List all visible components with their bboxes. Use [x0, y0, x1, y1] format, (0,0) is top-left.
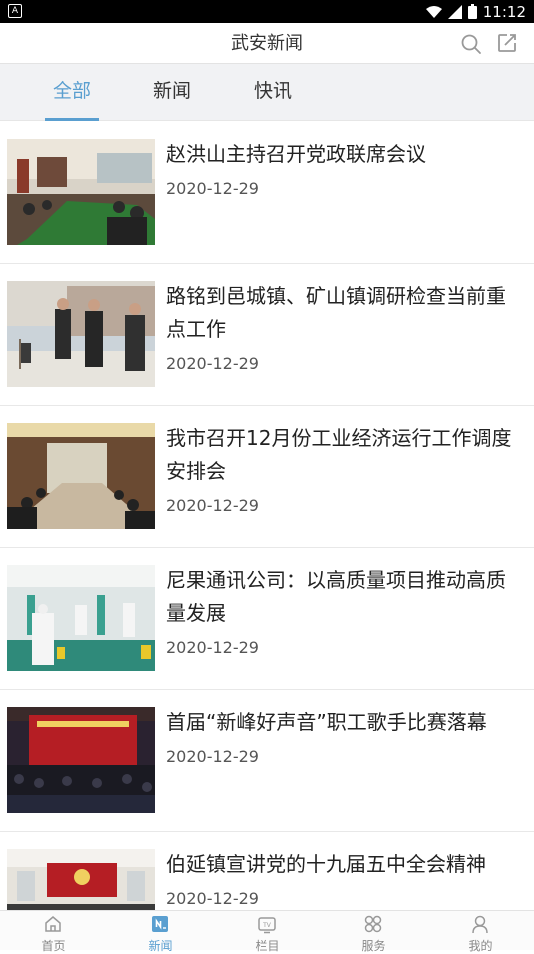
- news-title: 路铭到邑城镇、矿山镇调研检查当前重点工作: [166, 284, 506, 341]
- news-title: 我市召开12月份工业经济运行工作调度安排会: [166, 426, 512, 483]
- tab-label: 全部: [53, 80, 92, 102]
- news-item[interactable]: 我市召开12月份工业经济运行工作调度安排会 2020-12-29: [0, 406, 534, 548]
- news-item[interactable]: 赵洪山主持召开党政联席会议 2020-12-29: [0, 122, 534, 264]
- status-icons: 11:12: [425, 2, 526, 21]
- news-item[interactable]: 尼果通讯公司：以高质量项目推动高质量发展 2020-12-29: [0, 548, 534, 690]
- news-item[interactable]: 首届“新峰好声音”职工歌手比赛落幕 2020-12-29: [0, 690, 534, 832]
- nav-home[interactable]: 首页: [0, 911, 107, 953]
- nav-services[interactable]: 服务: [320, 911, 427, 953]
- tab-all[interactable]: 全部: [45, 64, 100, 121]
- news-title: 首届“新峰好声音”职工歌手比赛落幕: [166, 710, 487, 734]
- status-bar: A 11:12: [0, 0, 534, 23]
- tab-indicator: [45, 118, 100, 121]
- nav-profile[interactable]: 我的: [427, 911, 534, 953]
- news-item[interactable]: 路铭到邑城镇、矿山镇调研检查当前重点工作 2020-12-29: [0, 264, 534, 406]
- profile-icon: [472, 915, 488, 934]
- services-icon: [364, 915, 382, 933]
- news-date: 2020-12-29: [166, 747, 259, 766]
- news-thumbnail: [7, 281, 155, 387]
- category-tabs: 全部 新闻 快讯: [0, 64, 534, 121]
- nav-label: 首页: [41, 939, 66, 953]
- nav-label: 新闻: [148, 939, 173, 953]
- battery-icon: [467, 4, 477, 19]
- news-date: 2020-12-29: [166, 354, 259, 373]
- nav-columns[interactable]: TV 栏目: [214, 911, 321, 953]
- news-title: 尼果通讯公司：以高质量项目推动高质量发展: [166, 568, 506, 625]
- nav-label: 栏目: [255, 939, 280, 953]
- news-date: 2020-12-29: [166, 638, 259, 657]
- svg-text:TV: TV: [262, 922, 272, 929]
- notification-icon: A: [8, 4, 22, 18]
- nav-label: 服务: [361, 939, 386, 953]
- tab-news[interactable]: 新闻: [153, 64, 191, 121]
- news-date: 2020-12-29: [166, 496, 259, 515]
- news-thumbnail: [7, 139, 155, 245]
- tab-flash[interactable]: 快讯: [254, 64, 292, 121]
- news-thumbnail: [7, 423, 155, 529]
- wifi-icon: [425, 5, 442, 18]
- page-title: 武安新闻: [231, 33, 303, 54]
- news-date: 2020-12-29: [166, 889, 259, 908]
- news-item[interactable]: 伯延镇宣讲党的十九届五中全会精神 2020-12-29: [0, 832, 534, 910]
- clock: 11:12: [482, 2, 526, 21]
- app-bar: 武安新闻: [0, 23, 534, 64]
- tab-label: 快讯: [254, 80, 293, 102]
- news-list: 赵洪山主持召开党政联席会议 2020-12-29 路铭到邑城镇、矿山镇调研检查当…: [0, 122, 534, 910]
- news-thumbnail: [7, 565, 155, 671]
- news-title: 伯延镇宣讲党的十九届五中全会精神: [166, 852, 486, 876]
- news-icon: [152, 916, 168, 932]
- share-icon[interactable]: [496, 32, 518, 54]
- nav-label: 我的: [468, 939, 493, 953]
- news-title: 赵洪山主持召开党政联席会议: [166, 142, 426, 166]
- tv-icon: TV: [258, 917, 276, 934]
- tab-label: 新闻: [153, 80, 192, 102]
- search-icon[interactable]: [460, 33, 482, 55]
- bottom-navigation: 首页 新闻 TV 栏目 服务 我的: [0, 910, 534, 953]
- nav-news[interactable]: 新闻: [107, 911, 214, 953]
- news-date: 2020-12-29: [166, 179, 259, 198]
- news-thumbnail: [7, 707, 155, 813]
- home-icon: [45, 916, 61, 932]
- news-thumbnail: [7, 849, 155, 910]
- signal-icon: [447, 4, 462, 19]
